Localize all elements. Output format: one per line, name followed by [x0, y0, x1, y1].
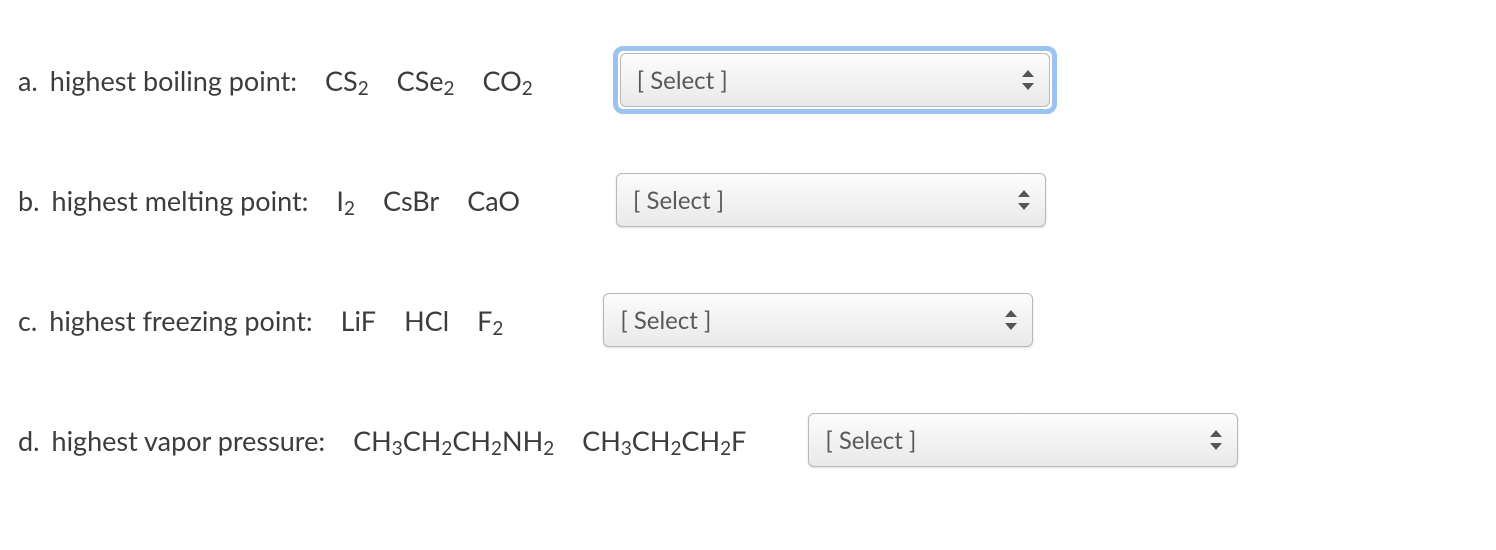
select-value: [ Select ]: [633, 186, 724, 215]
answer-select-a[interactable]: [ Select ]: [620, 53, 1050, 107]
formula-option: LiF: [341, 304, 376, 337]
formula-option: CaO: [467, 184, 520, 217]
question-letter: d.: [18, 424, 40, 457]
formula-option: CsBr: [383, 184, 439, 217]
select-value: [ Select ]: [825, 426, 916, 455]
select-value: [ Select ]: [637, 66, 728, 95]
formula-option: I2: [336, 184, 355, 217]
question-letter: c.: [18, 304, 37, 337]
answer-select-d[interactable]: [ Select ]: [808, 413, 1238, 467]
answer-select-c[interactable]: [ Select ]: [603, 293, 1033, 347]
question-label: highest boiling point:: [50, 64, 297, 97]
question-label: highest freezing point:: [49, 304, 312, 337]
question-row-a: a. highest boiling point: CS2 CSe2 CO2 […: [18, 20, 1478, 140]
question-row-b: b. highest melting point: I2 CsBr CaO [ …: [18, 140, 1478, 260]
formula-list: CH3CH2CH2NH2 CH3CH2CH2F: [353, 424, 746, 457]
formula-list: LiF HCl F2: [341, 304, 504, 337]
answer-select-b[interactable]: [ Select ]: [616, 173, 1046, 227]
updown-caret-icon: [1209, 430, 1223, 450]
question-letter: b.: [18, 184, 40, 217]
formula-option: CH3CH2CH2NH2: [353, 424, 554, 457]
question-label: highest vapor pressure:: [52, 424, 326, 457]
select-focus-ring: [ Select ]: [613, 46, 1057, 114]
formula-list: I2 CsBr CaO: [336, 184, 520, 217]
formula-option: CO2: [482, 64, 532, 97]
question-label: highest melting point:: [52, 184, 309, 217]
formula-option: HCl: [404, 304, 449, 337]
updown-caret-icon: [1004, 310, 1018, 330]
question-row-d: d. highest vapor pressure: CH3CH2CH2NH2 …: [18, 380, 1478, 500]
updown-caret-icon: [1021, 70, 1035, 90]
formula-option: CS2: [325, 64, 369, 97]
question-prompt-a: a. highest boiling point: CS2 CSe2 CO2: [18, 64, 533, 97]
formula-option: F2: [477, 304, 503, 337]
formula-list: CS2 CSe2 CO2: [325, 64, 533, 97]
formula-option: CSe2: [397, 64, 455, 97]
formula-option: CH3CH2CH2F: [582, 424, 746, 457]
select-value: [ Select ]: [620, 306, 711, 335]
question-prompt-b: b. highest melting point: I2 CsBr CaO: [18, 184, 520, 217]
question-prompt-d: d. highest vapor pressure: CH3CH2CH2NH2 …: [18, 424, 746, 457]
question-letter: a.: [18, 64, 38, 97]
updown-caret-icon: [1017, 190, 1031, 210]
question-row-c: c. highest freezing point: LiF HCl F2 [ …: [18, 260, 1478, 380]
question-prompt-c: c. highest freezing point: LiF HCl F2: [18, 304, 503, 337]
